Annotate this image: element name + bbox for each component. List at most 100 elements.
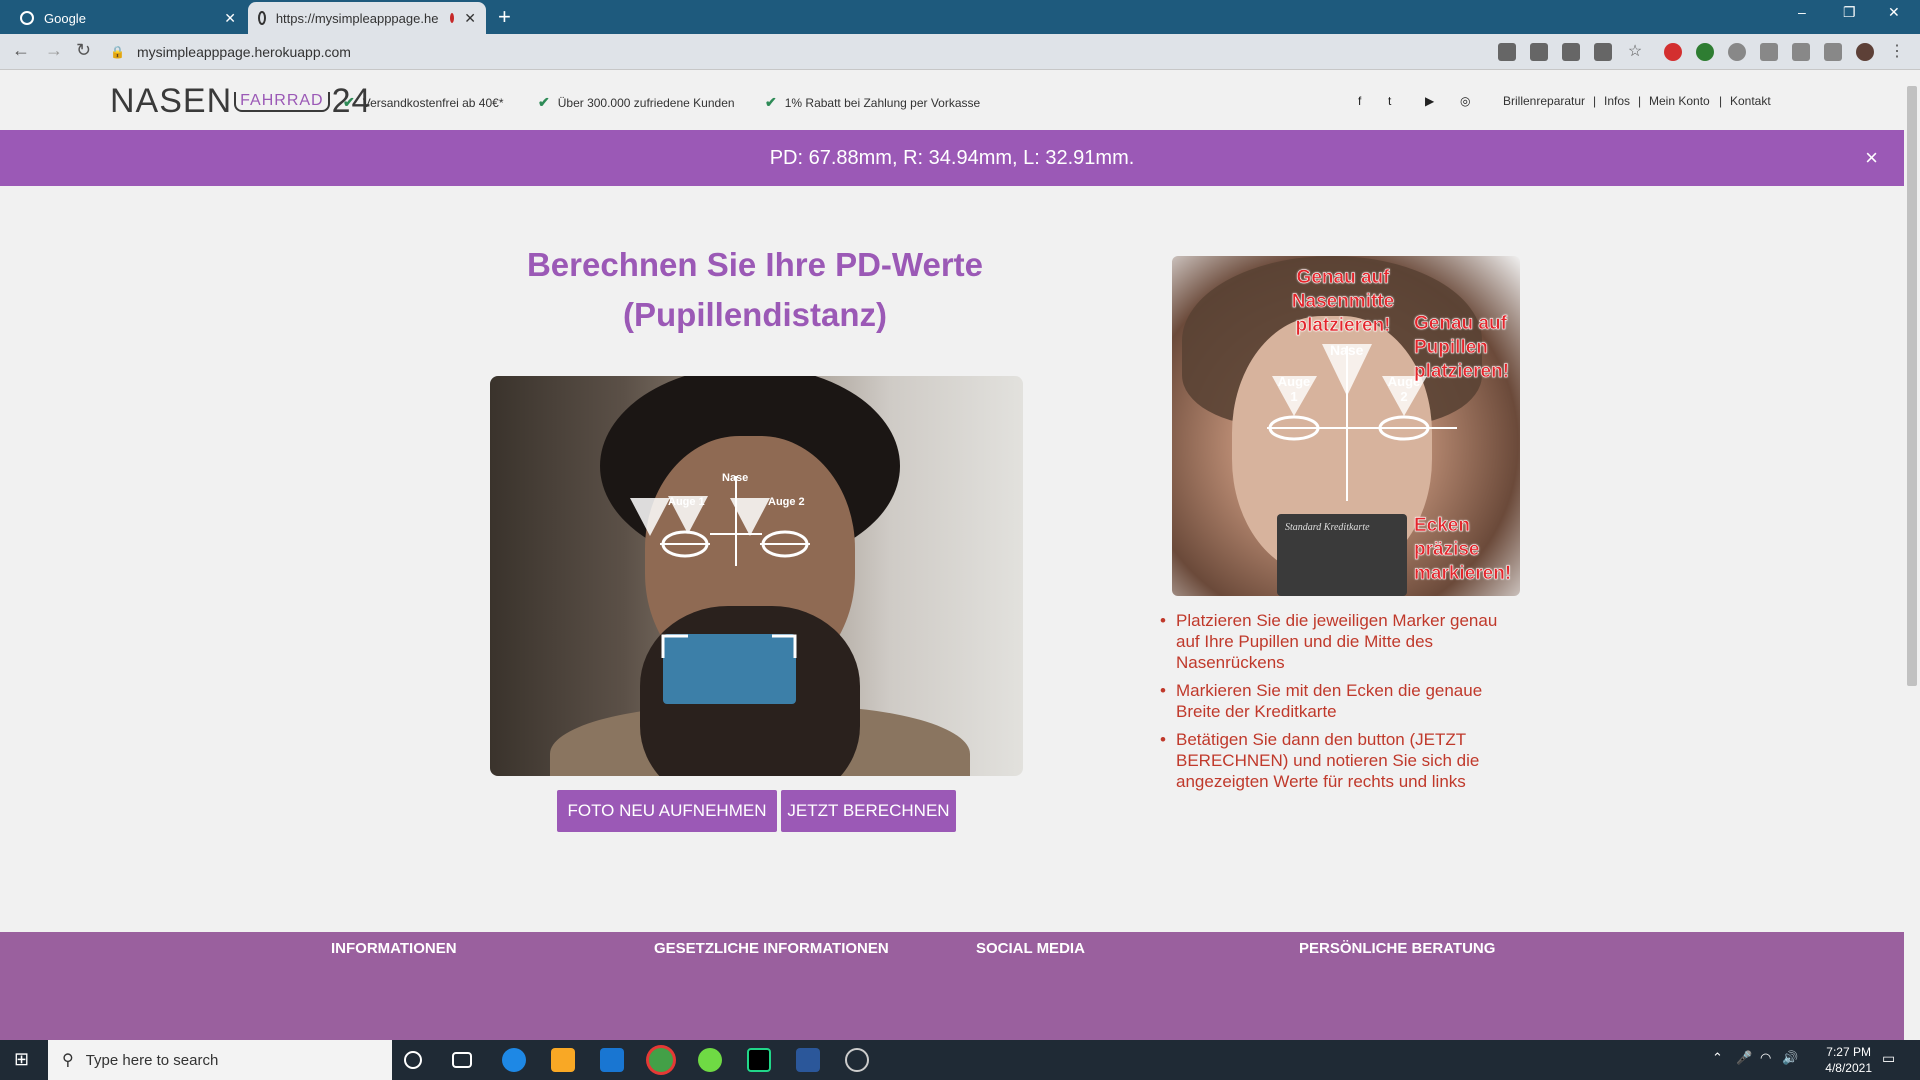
upwork-icon[interactable] — [698, 1048, 722, 1072]
marker-eye1[interactable] — [630, 498, 670, 536]
logo-text-left: NASEN — [110, 82, 233, 120]
close-window-button[interactable]: ✕ — [1888, 4, 1900, 21]
avatar[interactable] — [1856, 43, 1874, 61]
microphone-icon[interactable]: 🎤 — [1736, 1050, 1752, 1066]
wifi-icon[interactable]: ◠ — [1760, 1050, 1771, 1066]
google-favicon-icon — [20, 11, 34, 25]
check-icon: ✔ — [538, 94, 550, 110]
instruction-marker-nose: Nase — [1330, 342, 1364, 358]
usp-text: 1% Rabatt bei Zahlung per Vorkasse — [784, 95, 981, 110]
clock-time: 7:27 PM — [1826, 1045, 1871, 1059]
word-icon[interactable] — [796, 1048, 820, 1072]
scrollbar[interactable] — [1904, 70, 1920, 1040]
url-field[interactable]: 🔒 mysimpleapppage.herokuapp.com — [110, 39, 1490, 65]
tray-chevron-icon[interactable]: ⌃ — [1712, 1050, 1723, 1066]
check-icon: ✔ — [765, 94, 777, 110]
chrome-icon[interactable] — [649, 1048, 673, 1072]
mail-icon[interactable] — [600, 1048, 624, 1072]
corner-left[interactable] — [661, 634, 688, 658]
translate-icon[interactable] — [1594, 43, 1612, 61]
volume-icon[interactable]: 🔊 — [1782, 1050, 1798, 1066]
footer-title-informationen: INFORMATIONEN — [331, 940, 457, 957]
instruction-marker-eye1: Auge 1 — [1277, 374, 1311, 404]
instagram-icon[interactable]: ◎ — [1460, 94, 1470, 108]
scroll-thumb[interactable] — [1907, 86, 1917, 686]
adblock-icon[interactable] — [1664, 43, 1682, 61]
obs-icon[interactable] — [845, 1048, 869, 1072]
result-banner: PD: 67.88mm, R: 34.94mm, L: 32.91mm. × — [0, 130, 1904, 186]
notifications-icon[interactable]: ▭ — [1882, 1050, 1895, 1067]
pd-markers-overlay[interactable] — [490, 376, 1023, 776]
link-mein-konto[interactable]: Mein Konto — [1649, 94, 1710, 108]
taskbar-search-input[interactable]: ⚲ Type here to search — [48, 1040, 392, 1080]
footer-title-beratung: PERSÖNLICHE BERATUNG — [1299, 940, 1496, 957]
address-bar: ← → ↻ 🔒 mysimpleapppage.herokuapp.com ☆ … — [0, 34, 1920, 70]
close-tab-icon[interactable]: ✕ — [224, 10, 236, 27]
webcam-photo[interactable]: Nase Auge 1 Auge 2 — [490, 376, 1023, 776]
lock-icon: 🔒 — [110, 45, 125, 59]
usp-text: Über 300.000 zufriedene Kunden — [557, 95, 735, 110]
instruction-list: Platzieren Sie die jeweiligen Marker gen… — [1160, 610, 1520, 799]
link-separator: | — [1593, 94, 1597, 108]
timer-icon[interactable] — [1728, 43, 1746, 61]
label-nose-placement: Genau auf Nasenmitte platzieren! — [1291, 267, 1395, 337]
result-text: PD: 67.88mm, R: 34.94mm, L: 32.91mm. — [769, 147, 1135, 169]
instruction-image: Standard Kreditkarte Nase Auge 1 Auge 2 … — [1172, 256, 1520, 596]
logo-text-middle: FAHRRAD — [234, 91, 330, 112]
usp-discount: ✔ 1% Rabatt bei Zahlung per Vorkasse — [765, 94, 980, 111]
cortana-icon[interactable] — [404, 1051, 422, 1069]
link-brillenreparatur[interactable]: Brillenreparatur — [1503, 94, 1585, 108]
forward-icon[interactable]: → — [45, 40, 63, 61]
label-corner-placement: Ecken präzise markieren! — [1414, 515, 1512, 585]
pycharm-icon[interactable] — [747, 1048, 771, 1072]
tab-google[interactable]: Google ✕ — [10, 2, 246, 34]
list-item: Markieren Sie mit den Ecken die genaue B… — [1160, 680, 1520, 722]
twitter-icon[interactable]: t — [1388, 94, 1391, 108]
youtube-icon[interactable]: ▶ — [1425, 94, 1434, 108]
back-icon[interactable]: ← — [12, 40, 30, 61]
link-kontakt[interactable]: Kontakt — [1730, 94, 1771, 108]
close-icon[interactable]: × — [1865, 130, 1878, 186]
tab-active[interactable]: https://mysimpleapppage.he ✕ — [248, 2, 486, 34]
check-icon: ✔ — [343, 94, 355, 110]
usp-text: Versandkostenfrei ab 40€* — [362, 95, 504, 110]
star-icon[interactable]: ☆ — [1626, 43, 1644, 61]
facebook-icon[interactable]: f — [1358, 94, 1361, 108]
link-separator: | — [1719, 94, 1723, 108]
search-icon: ⚲ — [62, 1052, 74, 1069]
usp-shipping: ✔ Versandkostenfrei ab 40€* — [343, 94, 504, 111]
restore-button[interactable]: ❐ — [1843, 4, 1856, 21]
reload-icon[interactable]: ↻ — [76, 40, 91, 61]
globe-favicon-icon — [258, 11, 266, 25]
extension-icon[interactable] — [1760, 43, 1778, 61]
url-text: mysimpleapppage.herokuapp.com — [136, 44, 351, 60]
marker-label-eye2: Auge 2 — [768, 496, 805, 508]
task-view-icon[interactable] — [452, 1052, 472, 1068]
camera-icon[interactable] — [1498, 43, 1516, 61]
file-explorer-icon[interactable] — [551, 1048, 575, 1072]
minimize-button[interactable]: – — [1798, 4, 1806, 20]
windows-start-icon[interactable]: ⊞ — [14, 1049, 29, 1070]
retake-photo-button[interactable]: FOTO NEU AUFNEHMEN — [557, 790, 777, 832]
extension-green-icon[interactable] — [1696, 43, 1714, 61]
cast-icon[interactable] — [1530, 43, 1548, 61]
puzzle-icon[interactable] — [1792, 43, 1810, 61]
usp-customers: ✔ Über 300.000 zufriedene Kunden — [538, 94, 735, 111]
site-logo[interactable]: NASEN FAHRRAD 24 — [110, 82, 371, 121]
footer-title-social: SOCIAL MEDIA — [976, 940, 1085, 957]
edge-icon[interactable] — [502, 1048, 526, 1072]
qr-icon[interactable] — [1562, 43, 1580, 61]
corner-right[interactable] — [772, 634, 797, 658]
marker-label-eye1: Auge 1 — [668, 496, 705, 508]
clock[interactable]: 7:27 PM 4/8/2021 — [1825, 1044, 1872, 1076]
close-tab-icon[interactable]: ✕ — [464, 10, 476, 27]
menu-icon[interactable]: ⋮ — [1888, 43, 1906, 61]
footer-title-gesetzlich: GESETZLICHE INFORMATIONEN — [654, 940, 889, 957]
reading-list-icon[interactable] — [1824, 43, 1842, 61]
taskbar: ⊞ ⚲ Type here to search ⌃ 🎤 ◠ 🔊 7:27 PM … — [0, 1040, 1920, 1080]
title-line-2: (Pupillendistanz) — [623, 296, 887, 333]
calculate-button[interactable]: JETZT BERECHNEN — [781, 790, 956, 832]
link-infos[interactable]: Infos — [1604, 94, 1630, 108]
list-item: Platzieren Sie die jeweiligen Marker gen… — [1160, 610, 1520, 673]
new-tab-button[interactable]: + — [498, 4, 511, 30]
